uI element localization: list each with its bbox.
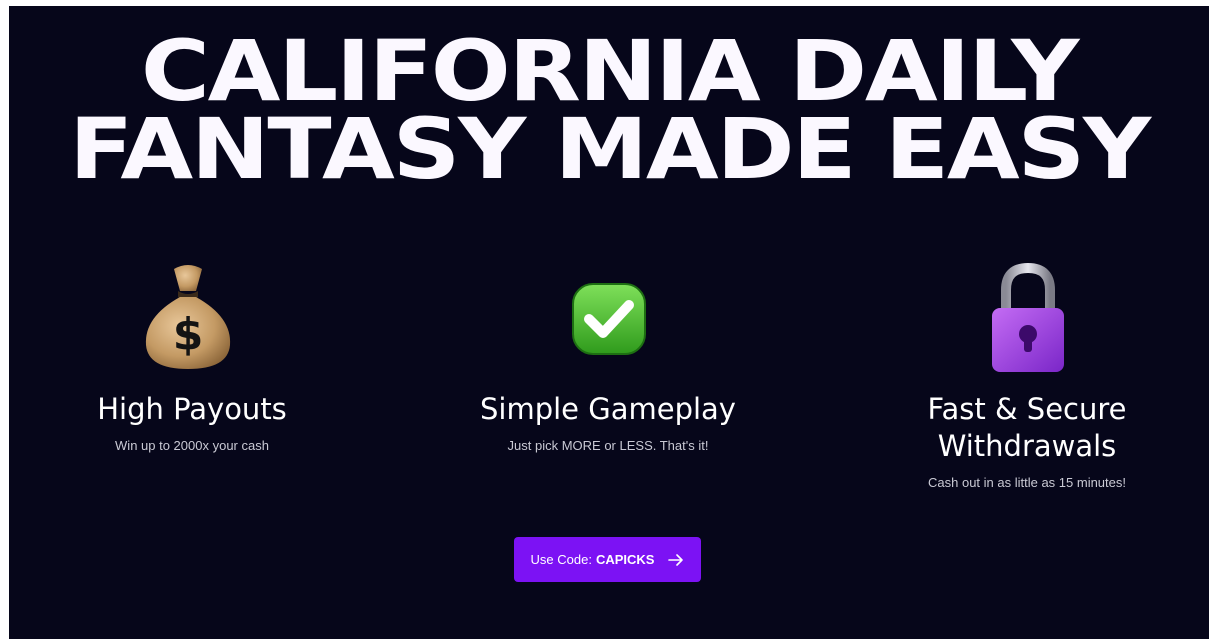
promo-code: CAPICKS <box>595 552 655 567</box>
money-bag-icon: $ <box>136 261 240 378</box>
arrow-right-icon <box>668 553 684 566</box>
page-headline: CALIFORNIA DAILY FANTASY MADE EASY <box>0 22 1214 198</box>
promo-panel: CALIFORNIA DAILY FANTASY MADE EASY $ Hig… <box>9 6 1209 639</box>
feature-high-payouts: High Payouts Win up to 2000x your cash <box>2 391 382 453</box>
feature-title: High Payouts <box>97 392 287 426</box>
feature-subtitle: Win up to 2000x your cash <box>115 438 269 453</box>
feature-title-line-2: Withdrawals <box>937 429 1117 463</box>
headline-line-2: FANTASY MADE EASY <box>69 100 1151 198</box>
feature-title-line-1: Fast & Secure <box>927 392 1127 426</box>
cta-prefix: Use Code: <box>530 552 592 567</box>
feature-simple-gameplay: Simple Gameplay Just pick MORE or LESS. … <box>418 391 798 453</box>
svg-text:$: $ <box>173 309 204 360</box>
use-code-button[interactable]: Use Code: CAPICKS <box>514 537 701 582</box>
feature-title: Fast & Secure Withdrawals <box>837 391 1214 465</box>
feature-subtitle: Just pick MORE or LESS. That's it! <box>507 438 709 453</box>
feature-subtitle: Cash out in as little as 15 minutes! <box>928 475 1126 490</box>
feature-fast-secure-withdrawals: Fast & Secure Withdrawals Cash out in as… <box>837 391 1214 490</box>
padlock-icon <box>986 262 1070 381</box>
headline-line-1: CALIFORNIA DAILY <box>140 22 1080 120</box>
check-mark-icon <box>570 281 648 362</box>
feature-title: Simple Gameplay <box>480 392 736 426</box>
